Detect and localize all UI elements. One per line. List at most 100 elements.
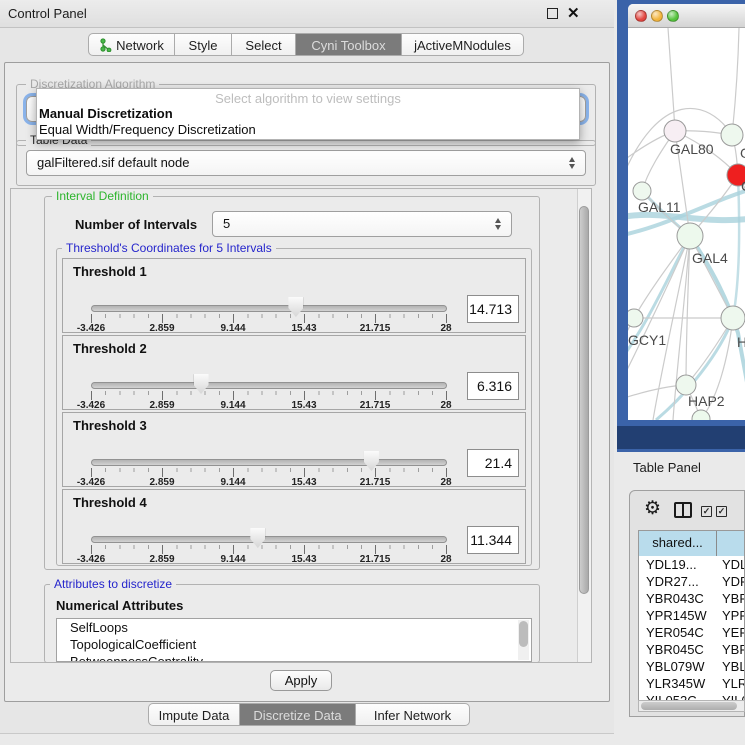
float-window-icon[interactable] bbox=[547, 8, 558, 19]
cell-shared-name[interactable]: YIL052C bbox=[646, 692, 712, 700]
threshold-label: Threshold 3 bbox=[73, 418, 147, 433]
number-of-intervals-combobox[interactable]: 5 bbox=[212, 211, 512, 237]
column-header-name[interactable]: name bbox=[717, 531, 745, 556]
threshold-label: Threshold 2 bbox=[73, 341, 147, 356]
cell-name[interactable]: YBR0 bbox=[722, 641, 745, 658]
cell-name[interactable]: YDR2 bbox=[722, 573, 745, 590]
tab-impute-data[interactable]: Impute Data bbox=[148, 703, 240, 726]
cell-name[interactable]: YER0 bbox=[722, 624, 745, 641]
cell-shared-name[interactable]: YDR27... bbox=[646, 573, 712, 590]
network-node[interactable] bbox=[677, 223, 703, 249]
attribute-list-item[interactable]: BetweennessCentrality bbox=[57, 653, 531, 662]
tick-label: 21.715 bbox=[360, 323, 391, 334]
cell-name[interactable]: YBR0 bbox=[722, 590, 745, 607]
table-row[interactable]: YPR145W YPR1 bbox=[639, 607, 745, 624]
checkbox-icon[interactable]: ✓ bbox=[716, 506, 727, 517]
algorithm-dropdown-popup: Select algorithm to view settings Manual… bbox=[36, 88, 580, 140]
tick-label: 9.144 bbox=[220, 400, 245, 411]
threshold-slider-track[interactable] bbox=[91, 536, 447, 543]
attributes-scrollbar-thumb[interactable] bbox=[519, 621, 528, 647]
threshold-slider-track[interactable] bbox=[91, 305, 447, 312]
tab-jactivemnodules[interactable]: jActiveMNodules bbox=[402, 33, 524, 56]
cell-shared-name[interactable]: YDL19... bbox=[646, 556, 712, 573]
attribute-list-item[interactable]: SelfLoops bbox=[57, 619, 531, 636]
cell-name[interactable]: YBL0 bbox=[722, 658, 745, 675]
cell-name[interactable]: YDL1 bbox=[722, 556, 745, 573]
gear-icon[interactable]: ⚙ bbox=[644, 497, 661, 520]
zoom-traffic-light[interactable] bbox=[667, 10, 679, 22]
number-of-intervals-label: Number of Intervals bbox=[75, 217, 197, 232]
tab-label: Discretize Data bbox=[253, 708, 341, 723]
table-row[interactable]: YBL079W YBL0 bbox=[639, 658, 745, 675]
attributes-scrollbar-track[interactable] bbox=[518, 620, 529, 660]
cell-shared-name[interactable]: YBR043C bbox=[646, 590, 712, 607]
slider-major-ticks bbox=[91, 391, 448, 400]
cell-shared-name[interactable]: YPR145W bbox=[646, 607, 712, 624]
network-edge[interactable] bbox=[732, 28, 739, 135]
cell-shared-name[interactable]: YER054C bbox=[646, 624, 712, 641]
threshold-value-field[interactable]: 14.713 bbox=[467, 295, 519, 323]
cell-name[interactable]: YLR3 bbox=[722, 675, 745, 692]
slider-major-ticks bbox=[91, 545, 448, 554]
tab-network[interactable]: Network bbox=[88, 33, 175, 56]
slider-tick-labels: -3.4262.8599.14415.4321.71528 bbox=[63, 323, 525, 334]
tab-discretize-data[interactable]: Discretize Data bbox=[240, 703, 356, 726]
network-canvas[interactable]: GAL80GACGAL11GAL4GCY1HHAP2 bbox=[628, 28, 745, 420]
network-node[interactable] bbox=[676, 375, 696, 395]
threshold-value-field[interactable]: 6.316 bbox=[467, 372, 519, 400]
network-node[interactable] bbox=[721, 124, 743, 146]
table-row[interactable]: YDL19... YDL1 bbox=[639, 556, 745, 573]
table-row[interactable]: YBR045C YBR0 bbox=[639, 641, 745, 658]
threshold-value-field[interactable]: 21.4 bbox=[467, 449, 519, 477]
tab-cyni-toolbox[interactable]: Cyni Toolbox bbox=[296, 33, 402, 56]
column-header-shared-name[interactable]: shared... bbox=[639, 531, 717, 556]
apply-button[interactable]: Apply bbox=[270, 670, 332, 691]
table-row[interactable]: YER054C YER0 bbox=[639, 624, 745, 641]
table-hscrollbar-track[interactable] bbox=[638, 700, 745, 712]
cell-name[interactable]: YPR1 bbox=[722, 607, 745, 624]
threshold-slider-track[interactable] bbox=[91, 459, 447, 466]
tab-label: Select bbox=[245, 38, 281, 53]
cell-shared-name[interactable]: YBL079W bbox=[646, 658, 712, 675]
table-row[interactable]: YBR043C YBR0 bbox=[639, 590, 745, 607]
dropdown-option-equal-width[interactable]: Equal Width/Frequency Discretization bbox=[39, 122, 256, 137]
cell-shared-name[interactable]: YLR345W bbox=[646, 675, 712, 692]
split-columns-icon[interactable] bbox=[674, 502, 692, 518]
tab-style[interactable]: Style bbox=[175, 33, 232, 56]
tick-label: 9.144 bbox=[220, 477, 245, 488]
threshold-value-field[interactable]: 11.344 bbox=[467, 526, 519, 554]
node-label: H bbox=[737, 334, 745, 350]
network-node[interactable] bbox=[692, 410, 710, 420]
network-node[interactable] bbox=[664, 120, 686, 142]
network-edge[interactable] bbox=[690, 236, 733, 318]
close-traffic-light[interactable] bbox=[635, 10, 647, 22]
vertical-scrollbar-thumb[interactable] bbox=[579, 206, 589, 594]
table-row[interactable]: YIL052C YIL0 bbox=[639, 692, 745, 700]
threshold-slider-track[interactable] bbox=[91, 382, 447, 389]
table-row[interactable]: YDR27... YDR2 bbox=[639, 573, 745, 590]
network-node[interactable] bbox=[721, 306, 745, 330]
tab-infer-network[interactable]: Infer Network bbox=[356, 703, 470, 726]
tick-label: 28 bbox=[440, 554, 451, 565]
dropdown-hint-item[interactable]: Select algorithm to view settings bbox=[37, 91, 579, 106]
combo-arrows-icon bbox=[495, 217, 502, 231]
table-hscrollbar-thumb[interactable] bbox=[641, 702, 737, 710]
network-node[interactable] bbox=[628, 309, 643, 327]
numerical-attributes-list[interactable]: SelfLoopsTopologicalCoefficientBetweenne… bbox=[56, 618, 532, 662]
table-data-combobox[interactable]: galFiltered.sif default node bbox=[26, 150, 586, 176]
tick-label: 28 bbox=[440, 400, 451, 411]
cell-shared-name[interactable]: YBR045C bbox=[646, 641, 712, 658]
checkbox-icon[interactable]: ✓ bbox=[701, 506, 712, 517]
tab-select[interactable]: Select bbox=[232, 33, 296, 56]
node-attribute-table[interactable]: shared... name YDL19...YDL1YDR27...YDR2Y… bbox=[638, 530, 745, 700]
tick-label: 2.859 bbox=[149, 477, 174, 488]
close-icon[interactable]: ✕ bbox=[567, 4, 580, 22]
network-edge[interactable] bbox=[668, 28, 675, 131]
control-panel-header: Control Panel ✕ bbox=[0, 0, 614, 28]
network-node[interactable] bbox=[633, 182, 651, 200]
attribute-list-item[interactable]: TopologicalCoefficient bbox=[57, 636, 531, 653]
dropdown-option-manual[interactable]: Manual Discretization bbox=[39, 106, 173, 121]
table-row[interactable]: YLR345W YLR3 bbox=[639, 675, 745, 692]
cell-name[interactable]: YIL0 bbox=[722, 692, 745, 700]
minimize-traffic-light[interactable] bbox=[651, 10, 663, 22]
